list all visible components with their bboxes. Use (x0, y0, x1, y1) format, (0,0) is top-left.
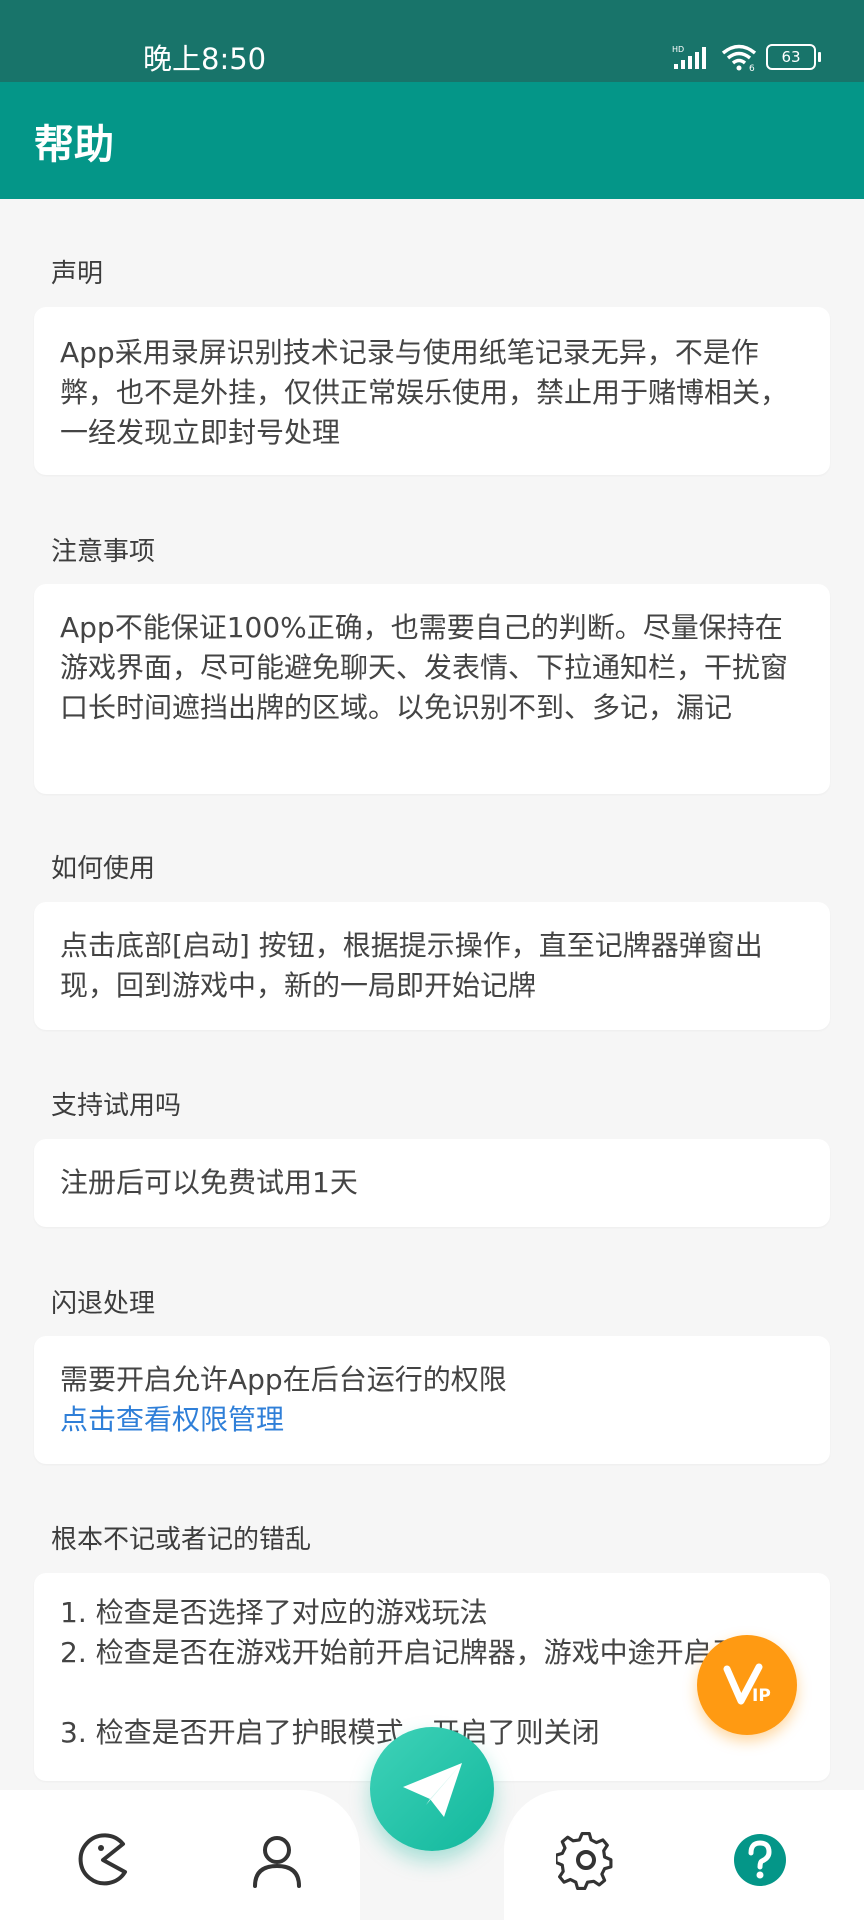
permission-link[interactable]: 点击查看权限管理 (60, 1400, 790, 1440)
app-bar: 帮助 (0, 82, 864, 199)
card-notice: App不能保证100%正确，也需要自己的判断。尽量保持在游戏界面，尽可能避免聊天… (34, 584, 830, 794)
status-icons: HD 6 63 (672, 42, 821, 72)
section-title-notice: 注意事项 (51, 537, 156, 567)
help-icon (734, 1834, 786, 1886)
section-title-crash: 闪退处理 (51, 1289, 156, 1319)
send-icon (403, 1763, 462, 1817)
error-item-2: 2. 检查是否在游戏开始前开启记牌器，游戏中途开启无效 (60, 1636, 768, 1669)
nav-item-user[interactable] (247, 1830, 307, 1890)
section-title-errors: 根本不记或者记的错乱 (51, 1525, 312, 1555)
card-crash: 需要开启允许App在后台运行的权限 点击查看权限管理 (34, 1336, 830, 1464)
vip-button[interactable]: IP (697, 1635, 797, 1735)
nav-item-game[interactable] (73, 1830, 133, 1890)
vip-icon: IP (723, 1663, 771, 1706)
battery-indicator: 63 (766, 44, 821, 70)
pacman-icon (78, 1833, 127, 1886)
error-item-1: 1. 检查是否选择了对应的游戏玩法 (60, 1596, 488, 1629)
nav-item-settings[interactable] (554, 1830, 616, 1891)
page-title: 帮助 (34, 122, 114, 168)
card-trial: 注册后可以免费试用1天 (34, 1139, 830, 1227)
card-trial-text: 注册后可以免费试用1天 (60, 1166, 358, 1199)
card-notice-text: App不能保证100%正确，也需要自己的判断。尽量保持在游戏界面，尽可能避免聊天… (60, 611, 789, 724)
status-time: 晚上8:50 (143, 42, 267, 76)
svg-text:6: 6 (749, 64, 755, 71)
card-howto-text: 点击底部[启动] 按钮，根据提示操作，直至记牌器弹窗出现，回到游戏中，新的一局即… (60, 929, 763, 1002)
signal-icon: HD (672, 45, 706, 69)
start-button[interactable] (370, 1727, 494, 1851)
card-crash-text: 需要开启允许App在后台运行的权限 (60, 1363, 507, 1396)
nav-item-help[interactable] (730, 1830, 790, 1890)
section-title-howto: 如何使用 (51, 854, 156, 884)
wifi-icon: 6 (721, 44, 757, 71)
card-statement: App采用录屏识别技术记录与使用纸笔记录无异，不是作弊，也不是外挂，仅供正常娱乐… (34, 307, 830, 475)
svg-text:IP: IP (752, 1686, 771, 1706)
gear-icon (554, 1832, 613, 1891)
card-howto: 点击底部[启动] 按钮，根据提示操作，直至记牌器弹窗出现，回到游戏中，新的一局即… (34, 902, 830, 1030)
svg-text:HD: HD (672, 45, 684, 54)
user-icon (253, 1836, 301, 1888)
section-title-statement: 声明 (51, 259, 104, 289)
card-statement-text: App采用录屏识别技术记录与使用纸笔记录无异，不是作弊，也不是外挂，仅供正常娱乐… (60, 336, 789, 449)
status-bar: 晚上8:50 HD 6 63 (0, 0, 864, 82)
section-title-trial: 支持试用吗 (51, 1091, 182, 1121)
